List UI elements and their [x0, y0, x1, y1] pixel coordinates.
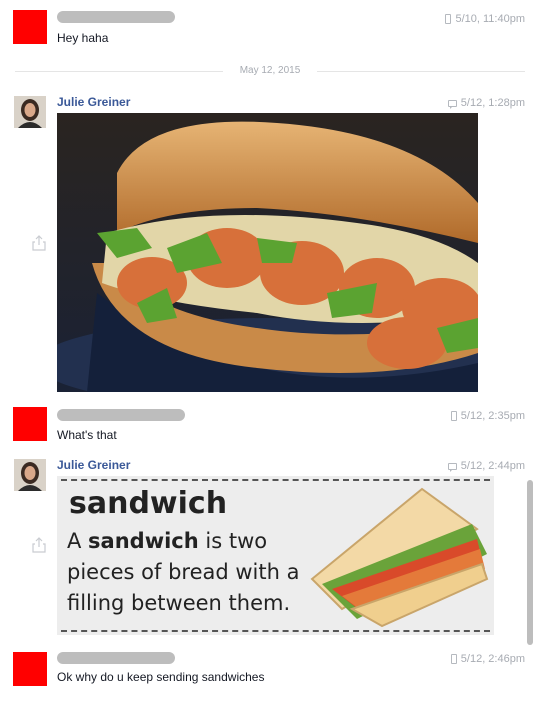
- redacted-sender-name: [57, 409, 185, 421]
- card-definition: A sandwich is two pieces of bread with a…: [67, 529, 300, 615]
- sender-name[interactable]: Julie Greiner: [57, 95, 130, 109]
- share-icon[interactable]: [30, 234, 48, 252]
- avatar[interactable]: [13, 407, 47, 441]
- divider: [61, 630, 490, 632]
- message-timestamp: 5/12, 2:46pm: [450, 653, 525, 665]
- message-timestamp: 5/10, 11:40pm: [445, 13, 525, 25]
- redacted-sender-name: [57, 11, 175, 23]
- message-text: What's that: [57, 428, 117, 442]
- divider: [61, 479, 490, 481]
- message-text: Hey haha: [57, 31, 109, 45]
- avatar[interactable]: [13, 652, 47, 686]
- mobile-phone-icon: [445, 14, 452, 24]
- scrollbar[interactable]: [527, 480, 533, 645]
- message-text: Ok why do u keep sending sandwiches: [57, 670, 265, 684]
- chat-icon: [447, 462, 457, 472]
- mobile-phone-icon: [450, 654, 457, 664]
- message-timestamp: 5/12, 1:28pm: [447, 97, 525, 109]
- sandwich-illustration: [310, 487, 489, 628]
- card-headword: sandwich: [69, 486, 228, 521]
- message-timestamp: 5/12, 2:35pm: [450, 410, 525, 422]
- sandwich-definition-image[interactable]: sandwich A sandwich is two pieces of bre…: [57, 476, 494, 635]
- shrimp-sandwich-photo[interactable]: [57, 113, 478, 392]
- avatar[interactable]: [14, 96, 46, 128]
- redacted-sender-name: [57, 652, 175, 664]
- share-icon[interactable]: [30, 536, 48, 554]
- date-divider: May 12, 2015: [15, 64, 525, 78]
- message-timestamp: 5/12, 2:44pm: [447, 460, 525, 472]
- chat-icon: [447, 99, 457, 109]
- date-divider-label: May 12, 2015: [239, 65, 301, 76]
- avatar[interactable]: [14, 459, 46, 491]
- avatar[interactable]: [13, 10, 47, 44]
- mobile-phone-icon: [450, 411, 457, 421]
- sender-name[interactable]: Julie Greiner: [57, 458, 130, 472]
